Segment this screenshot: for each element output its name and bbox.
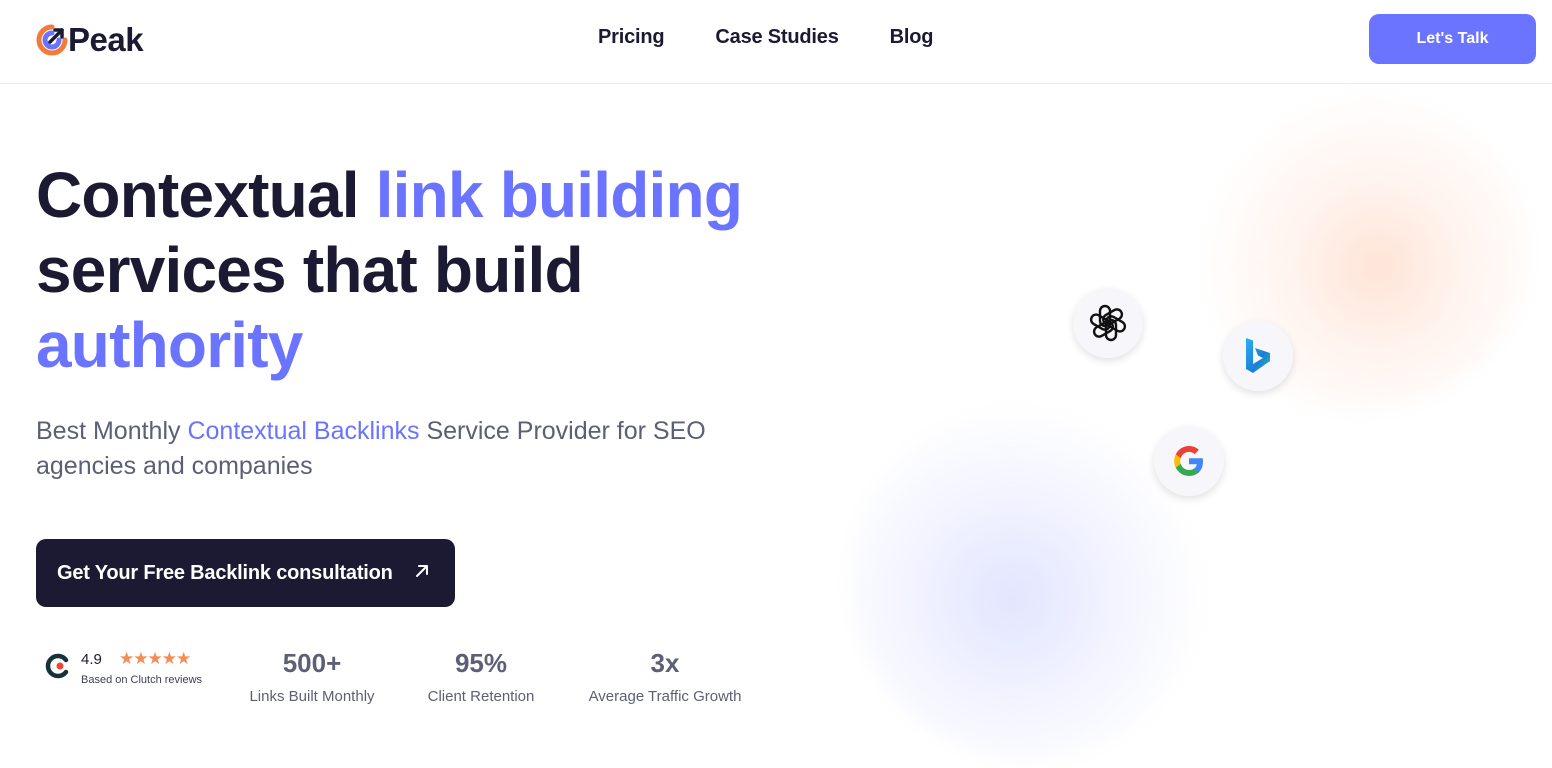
free-consultation-label: Get Your Free Backlink consultation: [57, 561, 393, 584]
peak-logo-icon: [36, 24, 68, 56]
bing-badge: [1223, 321, 1293, 391]
stat-value: 3x: [650, 648, 680, 678]
arrow-up-right-icon: [416, 565, 428, 577]
rating-value: 4.9: [81, 651, 102, 668]
free-consultation-button[interactable]: Get Your Free Backlink consultation: [36, 539, 455, 607]
brand-name: Peak: [68, 21, 144, 58]
stat-value: 95%: [454, 648, 508, 678]
stat-label: Client Retention: [427, 688, 535, 705]
headline-accent-1: link building: [375, 159, 743, 231]
nav-link-case-studies[interactable]: Case Studies: [715, 26, 838, 49]
clutch-icon: [45, 653, 69, 679]
stat-label: Average Traffic Growth: [588, 688, 742, 705]
headline-accent-2: authority: [36, 309, 303, 381]
stat-value: 500+: [282, 648, 342, 678]
openai-badge: [1073, 288, 1143, 358]
google-badge: [1154, 426, 1224, 496]
contextual-backlinks-link[interactable]: Contextual Backlinks: [187, 417, 419, 445]
openai-icon: [1089, 304, 1127, 342]
rating-stars: ★★★★★: [119, 649, 191, 668]
stat-links-built: 500+ Links Built Monthly: [244, 648, 380, 705]
nav-link-blog[interactable]: Blog: [890, 26, 934, 49]
stat-traffic-growth: 3x Average Traffic Growth: [582, 648, 748, 705]
lets-talk-button[interactable]: Let's Talk: [1369, 14, 1536, 64]
site-header: Peak Pricing Case Studies Blog Let's Tal…: [0, 0, 1552, 84]
rating-caption: Based on Clutch reviews: [81, 674, 203, 686]
subheading-text-1: Best Monthly: [36, 417, 188, 445]
hero-headline: Contextual link building services that bu…: [36, 158, 796, 383]
headline-text-2: services that build: [36, 234, 584, 306]
google-icon: [1174, 446, 1203, 476]
stat-client-retention: 95% Client Retention: [424, 648, 538, 705]
bing-icon: [1246, 338, 1270, 373]
headline-text-1: Contextual: [36, 159, 376, 231]
hero-subheading: Best Monthly Contextual Backlinks Servic…: [36, 414, 776, 484]
main-nav: Pricing Case Studies Blog: [598, 26, 933, 49]
nav-link-pricing[interactable]: Pricing: [598, 26, 665, 49]
brand-logo[interactable]: Peak: [35, 20, 144, 60]
stat-label: Links Built Monthly: [249, 688, 375, 705]
